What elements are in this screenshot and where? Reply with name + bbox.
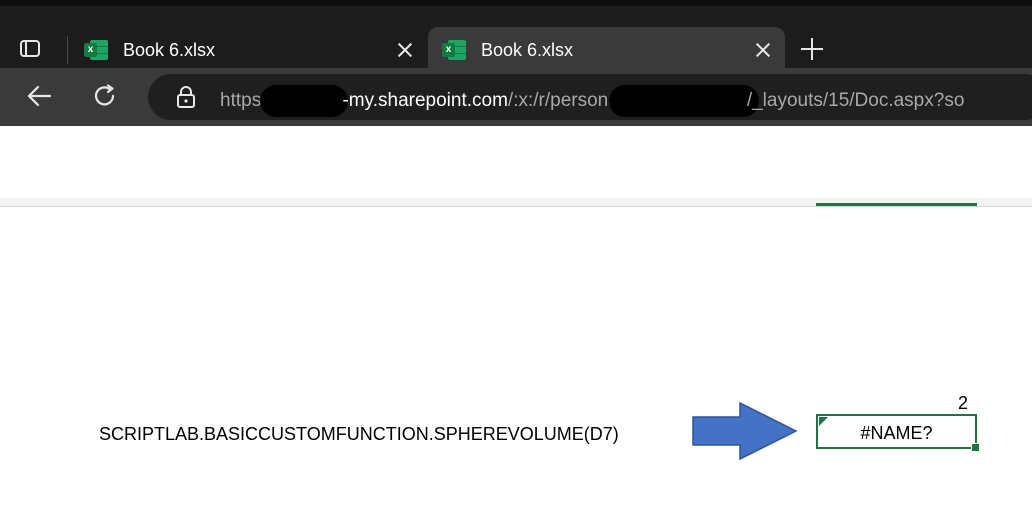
- right-arrow-icon: [692, 402, 798, 460]
- excel-icon: x: [442, 40, 466, 60]
- tab-separator: [67, 36, 68, 64]
- url-text: https: -my.sharepoint.com/:x:/r/persona/_…: [220, 85, 964, 117]
- new-tab-icon[interactable]: [801, 38, 823, 60]
- formula-text: SCRIPTLAB.BASICCUSTOMFUNCTION.SPHEREVOLU…: [99, 424, 619, 444]
- fill-handle[interactable]: [971, 443, 980, 452]
- redacted-block: [608, 85, 759, 117]
- url-path-end: /_layouts/15/Doc.aspx?so: [746, 90, 965, 112]
- browser-tab-active[interactable]: x Book 6.xlsx: [428, 27, 785, 74]
- browser-toolbar: https: -my.sharepoint.com/:x:/r/persona/_…: [0, 68, 1032, 126]
- excel-ribbon-area: [0, 126, 1032, 206]
- address-bar[interactable]: https: -my.sharepoint.com/:x:/r/persona/_…: [148, 74, 1032, 120]
- back-arrow-icon[interactable]: [26, 84, 52, 108]
- url-path: /:x:/r/persona: [507, 90, 619, 112]
- cell-value: #NAME?: [860, 423, 933, 443]
- url-host: -my.sharepoint.com: [342, 90, 508, 112]
- excel-icon: x: [84, 40, 108, 60]
- selected-cell[interactable]: #NAME?: [816, 414, 980, 452]
- redacted-block: [260, 85, 349, 117]
- browser-tab-strip: x Book 6.xlsx x Book 6.xlsx: [0, 0, 1032, 74]
- lock-icon[interactable]: [176, 85, 196, 109]
- close-tab-icon[interactable]: [397, 42, 413, 58]
- active-ribbon-tab-indicator: [816, 203, 977, 206]
- reload-icon[interactable]: [92, 83, 118, 109]
- browser-tab[interactable]: x Book 6.xlsx: [70, 27, 425, 74]
- tab-title: Book 6.xlsx: [481, 40, 574, 60]
- tab-actions-icon[interactable]: [18, 37, 44, 61]
- close-tab-icon[interactable]: [755, 42, 771, 58]
- cell-label: 2: [958, 393, 969, 413]
- tab-title: Book 6.xlsx: [123, 40, 216, 60]
